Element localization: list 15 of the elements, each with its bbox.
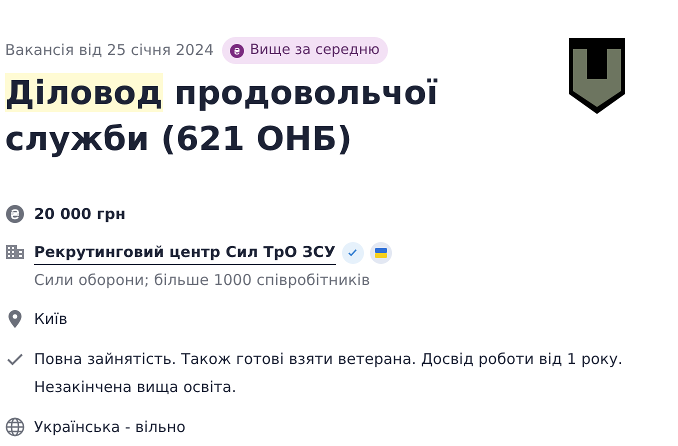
globe-icon: [5, 417, 25, 437]
job-title: Діловод продовольчої служби (621 ОНБ): [5, 72, 439, 160]
hryvnia-icon: [5, 204, 25, 224]
salary-text: 20 000 грн: [34, 204, 126, 225]
checkmark-icon: [347, 247, 358, 258]
language-text: Українська - вільно: [34, 417, 187, 438]
building-icon: [5, 242, 25, 262]
posted-date: Вакансія від 25 січня 2024: [5, 40, 214, 62]
company-description: Сили оборони; більше 1000 співробітників: [34, 270, 372, 291]
flag-icon: [374, 248, 387, 258]
salary-badge: Вище за середню: [222, 37, 388, 64]
requirements-text: Повна зайнятість. Також готові взяти ветерана. Досвід роботи від 1 року. Незакінчена вища освіта.: [34, 349, 624, 398]
coin-icon: [230, 44, 244, 58]
location-text: Київ: [34, 309, 68, 330]
company-link[interactable]: Рекрутинговий центр Сил ТрО ЗСУ: [34, 240, 336, 265]
